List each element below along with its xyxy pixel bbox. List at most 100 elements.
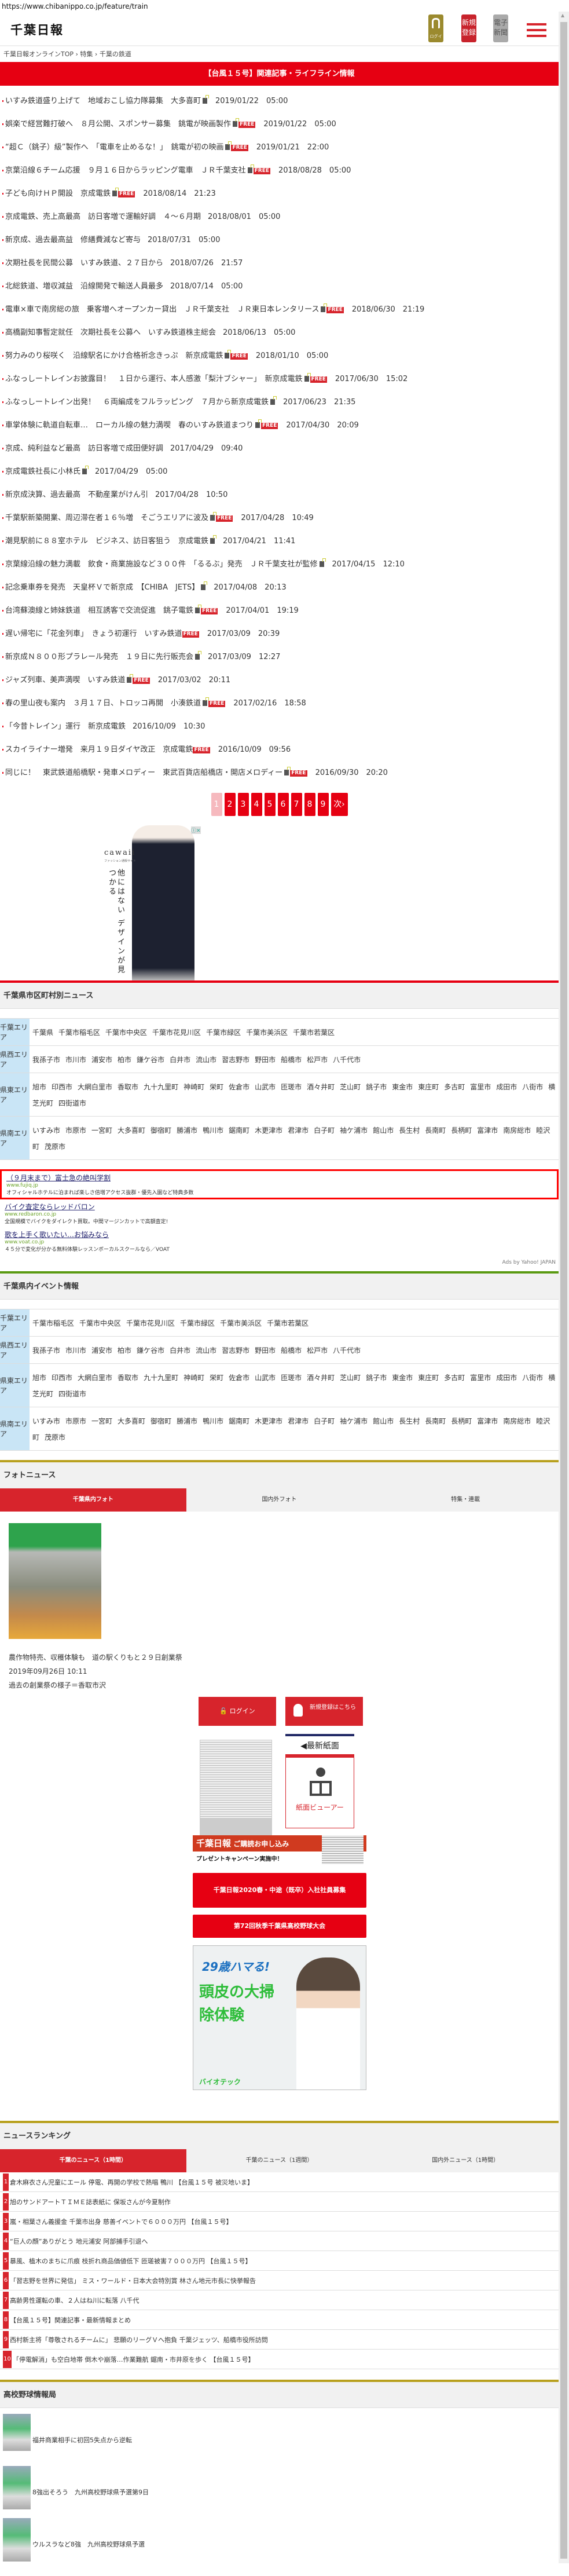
city-link[interactable]: 芝山町 (340, 1083, 361, 1091)
city-link[interactable]: 船橋市 (281, 1346, 302, 1355)
scalp-ad[interactable]: 29歳ハマる! 頭皮の大掃除体験 バイオテック (193, 1945, 366, 2090)
city-link[interactable]: 長生村 (399, 1417, 420, 1425)
city-link[interactable]: 袖ケ浦市 (340, 1417, 368, 1425)
article-title[interactable]: 新京成Ｎ８００形プラレール発売 １９日に先行販売会 (5, 653, 193, 661)
tab-chiba-1h[interactable]: 千葉のニュース（1時間） (0, 2149, 186, 2172)
city-link[interactable]: 山武市 (255, 1083, 276, 1091)
city-link[interactable]: 四街道市 (58, 1390, 86, 1398)
city-link[interactable]: 千葉市若葉区 (267, 1319, 309, 1327)
city-link[interactable]: 茂原市 (45, 1433, 65, 1441)
article-title[interactable]: 電車×車で南房総の旅 乗客増へオープンカー貸出 ＪＲ千葉支社 ＪＲ東日本レンタリ… (5, 305, 319, 314)
baseball-thumbnail[interactable] (3, 2414, 31, 2451)
article-title[interactable]: ジャズ列車、美声満喫 いすみ鉄道 (5, 676, 125, 685)
article-title[interactable]: 台湾蘇澳線と姉妹鉄道 相互誘客で交流促進 銚子電鉄 (5, 606, 193, 615)
login-button[interactable]: ログイン (428, 14, 443, 46)
article-item[interactable]: 新京成決算、過去最高 不動産業がけん引 2017/04/28 10:50 (0, 484, 559, 507)
city-link[interactable]: 浦安市 (91, 1346, 112, 1355)
article-item[interactable]: 京成、純利益など最高 訪日客増で成田便好調 2017/04/29 09:40 (0, 437, 559, 460)
article-item[interactable]: 次期社長を民間公募 いすみ鉄道、２７日から 2018/07/26 21:57 (0, 252, 559, 275)
city-link[interactable]: 香取市 (118, 1083, 138, 1091)
article-item[interactable]: ふなっしートレイン出発！ ６両編成をフルラッピング ７月から新京成電鉄 2017/… (0, 391, 559, 414)
article-item[interactable]: ふなっしートレインお披露目！ １日から運行、本人感激「梨汁ブシャー」 新京成電鉄… (0, 368, 559, 391)
article-item[interactable]: 努力みのり桜咲く 沿線駅名にかけ合格祈念きっぷ 新京成電鉄 FREE 2018/01… (0, 345, 559, 368)
article-item[interactable]: ジャズ列車、美声満喫 いすみ鉄道 FREE 2017/03/02 20:11 (0, 669, 559, 692)
ranking-title[interactable]: 旭のサンドアートＴＩＭＥ誌表紙に 保坂さんが今夏制作 (10, 2197, 171, 2207)
article-title[interactable]: “超Ｃ（銚子）級”製作へ 「電車を止めるな！」 銚電が初の映画 (5, 143, 223, 152)
register-button[interactable]: 新規登録 (461, 14, 476, 42)
city-link[interactable]: 匝瑳市 (281, 1374, 302, 1382)
city-link[interactable]: 成田市 (496, 1083, 517, 1091)
article-item[interactable]: 春の里山夜も案内 ３月１７日、トロッコ再開 小湊鉄道 FREE 2017/02/16… (0, 692, 559, 715)
ranking-item[interactable]: 3 嵐・相葉さん義援金 千葉市出身 慈善イベントで６０００万円 【台風１５号】 (0, 2212, 559, 2231)
article-title[interactable]: 北総鉄道、増収減益 沿線開発で輸送人員最多 (5, 282, 163, 291)
city-link[interactable]: 我孫子市 (32, 1346, 60, 1355)
side-register-button[interactable]: 新規登録はこちら (285, 1697, 363, 1726)
city-link[interactable]: 東庄町 (418, 1083, 439, 1091)
side-login-button[interactable]: 🔓 ログイン (199, 1697, 276, 1726)
recruit-button[interactable]: 千葉日報2020春・中途（既卒）入社社員募集 (193, 1873, 366, 1908)
ranking-title[interactable]: 西村新主将「尊敬されるチームに」 悲願のリーグＶへ抱負 千葉ジェッツ、船橋市役所… (10, 2335, 268, 2344)
ranking-item[interactable]: 7 高齢男性運転の車、２人はね川に転落 八千代 (0, 2290, 559, 2310)
breadcrumb-top[interactable]: 千葉日報オンラインTOP (3, 50, 74, 58)
ranking-title[interactable]: 「停電解消」も空白地帯 倒木や崩落…作業難航 鋸南・市井原を歩く 【台風１５号】 (13, 2355, 255, 2364)
article-title[interactable]: 高橋副知事暫定就任 次期社長を公募へ いすみ鉄道株主総会 (5, 328, 216, 337)
city-link[interactable]: 香取市 (118, 1374, 138, 1382)
tab-features[interactable]: 特集・連載 (372, 1488, 559, 1512)
ranking-item[interactable]: 4 “巨人の顔”ありがとう 地元浦安 阿部捕手引退へ (0, 2231, 559, 2251)
city-link[interactable]: 千葉市緑区 (180, 1319, 215, 1327)
photo-headline[interactable]: 農作物特売、収穫体験も 道の駅くりもと２９日創業祭 (9, 1651, 550, 1664)
city-link[interactable]: 柏市 (118, 1056, 131, 1064)
city-link[interactable]: 鋸南町 (229, 1417, 249, 1425)
article-item[interactable]: いすみ鉄道盛り上げて 地域おこし協力隊募集 大多喜町 2019/01/22 05:… (0, 90, 559, 113)
city-link[interactable]: 栄町 (210, 1374, 223, 1382)
city-link[interactable]: 印西市 (52, 1083, 72, 1091)
city-link[interactable]: 印西市 (52, 1374, 72, 1382)
city-link[interactable]: 大多喜町 (118, 1417, 145, 1425)
city-link[interactable]: 松戸市 (307, 1346, 328, 1355)
city-link[interactable]: 南房総市 (503, 1417, 531, 1425)
city-link[interactable]: 神崎町 (183, 1083, 204, 1091)
ranking-title[interactable]: 【台風１５号】関連記事・最新情報まとめ (10, 2315, 131, 2325)
city-link[interactable]: 千葉市稲毛区 (58, 1029, 100, 1037)
article-item[interactable]: 新京成Ｎ８００形プラレール発売 １９日に先行販売会 2017/03/09 12:2… (0, 646, 559, 669)
article-item[interactable]: “超Ｃ（銚子）級”製作へ 「電車を止めるな！」 銚電が初の映画 FREE 2019/… (0, 136, 559, 159)
latest-paper-thumbnail[interactable] (200, 1740, 272, 1837)
article-title[interactable]: 京葉線沿線の魅力満載 飲食・商業施設など３００件 「るるぶ」発売 ＪＲ千葉支社が… (5, 560, 318, 569)
page-button-8[interactable]: 8 (304, 793, 315, 816)
city-link[interactable]: 御宿町 (150, 1417, 171, 1425)
city-link[interactable]: 東金市 (392, 1374, 413, 1382)
baseball-item[interactable]: 8強出そろう 九州高校野球県予選第9日 (3, 2466, 556, 2518)
page-button-2[interactable]: 2 (224, 793, 236, 816)
city-link[interactable]: 千葉市美浜区 (220, 1319, 262, 1327)
ranking-item[interactable]: 9 西村新主将「尊敬されるチームに」 悲願のリーグＶへ抱負 千葉ジェッツ、船橋市役… (0, 2330, 559, 2350)
baseball-tournament-button[interactable]: 第72回秋季千葉県高校野球大会 (193, 1915, 366, 1938)
ranking-title[interactable]: “巨人の顔”ありがとう 地元浦安 阿部捕手引退へ (10, 2237, 148, 2246)
article-item[interactable]: 京葉沿線６チーム応援 ９月１６日からラッピング電車 ＪＲ千葉支社 FREE 2018… (0, 159, 559, 182)
ads-by-yahoo[interactable]: Ads by Yahoo! JAPAN (3, 1255, 556, 1271)
article-title[interactable]: 遅い帰宅に「花金列車」 きょう初運行 いすみ鉄道 (5, 630, 182, 638)
city-link[interactable]: 我孫子市 (32, 1056, 60, 1064)
ranking-title[interactable]: 嵐・相葉さん義援金 千葉市出身 慈善イベントで６０００万円 【台風１５号】 (10, 2217, 233, 2226)
ad-close-icon[interactable]: ⓘ✕ (191, 826, 201, 834)
city-link[interactable]: 習志野市 (222, 1056, 249, 1064)
city-link[interactable]: 野田市 (255, 1346, 276, 1355)
article-item[interactable]: 高橋副知事暫定就任 次期社長を公募へ いすみ鉄道株主総会 2018/06/13 0… (0, 321, 559, 345)
baseball-title[interactable]: 福井商業相手に初回5失点から逆転 (32, 2435, 132, 2445)
city-link[interactable]: 長柄町 (451, 1126, 472, 1135)
city-link[interactable]: 鎌ケ谷市 (137, 1056, 164, 1064)
article-title[interactable]: ふなっしートレイン出発！ ６両編成をフルラッピング ７月から新京成電鉄 (5, 398, 269, 407)
city-link[interactable]: 浦安市 (91, 1056, 112, 1064)
article-title[interactable]: 千葉駅新築開業、周辺滞在者１６％増 そごうエリアに波及 (5, 514, 208, 522)
city-link[interactable]: 流山市 (196, 1346, 216, 1355)
city-link[interactable]: いすみ市 (32, 1417, 60, 1425)
tab-chiba-photo[interactable]: 千葉県内フォト (0, 1488, 186, 1512)
city-link[interactable]: 御宿町 (150, 1126, 171, 1135)
ranking-item[interactable]: 10 「停電解消」も空白地帯 倒木や崩落…作業難航 鋸南・市井原を歩く 【台風１５… (0, 2350, 559, 2369)
page-button-1[interactable]: 1 (211, 793, 222, 816)
city-link[interactable]: 長南町 (425, 1417, 446, 1425)
city-link[interactable]: 船橋市 (281, 1056, 302, 1064)
city-link[interactable]: 富里市 (470, 1374, 491, 1382)
city-link[interactable]: 大網白里市 (78, 1083, 112, 1091)
ad-item-highlight[interactable]: （９月末まで）富士急の絶叫学割 www.fujiq.jp オフィシャルホテルに泊… (0, 1169, 559, 1199)
scrollbar[interactable]: ▲ (559, 12, 569, 2563)
